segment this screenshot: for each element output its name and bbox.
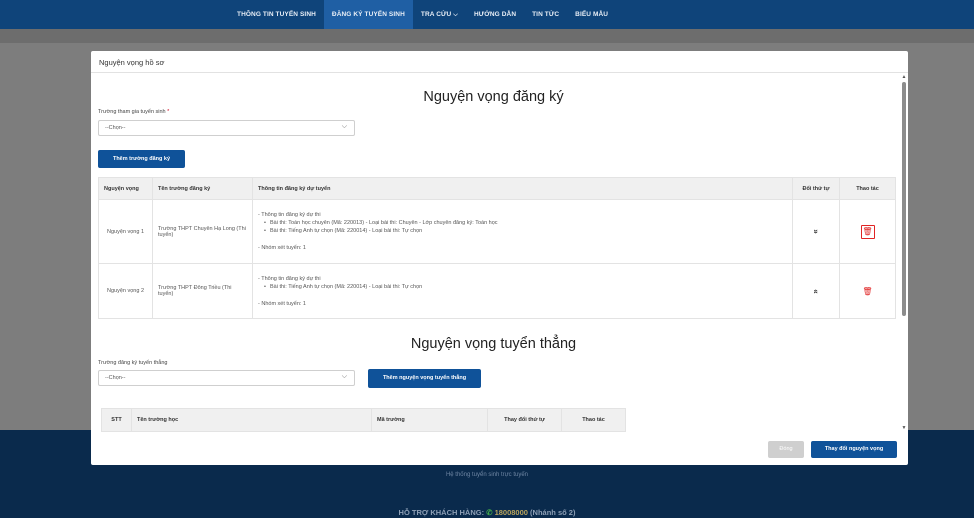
table-header-row: STT Tên trường học Mã trường Thay đổi th…	[101, 408, 626, 432]
nav-item-admission-info[interactable]: THÔNG TIN TUYỂN SINH	[229, 0, 324, 29]
hotline-ext: (Nhánh số 2)	[530, 508, 576, 517]
phone-icon: ✆	[486, 508, 493, 517]
chevron-down-icon: ⌵	[341, 373, 347, 380]
table-header-row: Nguyện vọng Tên trường đăng ký Thông tin…	[98, 177, 896, 200]
modal-header: Nguyện vọng hồ sơ	[91, 51, 908, 73]
nav-item-news[interactable]: TIN TỨC	[524, 0, 567, 29]
table-row: Nguyện vọng 1 Trường THPT Chuyên Hạ Long…	[98, 199, 896, 264]
column-header-school-name: Tên trường đăng ký	[152, 177, 253, 200]
info-group: - Nhóm xét tuyển: 1	[258, 300, 306, 307]
action-cell: 🗑	[839, 199, 896, 264]
delete-button[interactable]: 🗑	[860, 224, 875, 239]
scroll-up-arrow-icon[interactable]: ▲	[901, 74, 907, 80]
table-row: Nguyện vọng 2 Trường THPT Đông Triều (Th…	[98, 263, 896, 319]
registration-info-cell: - Thông tin đăng ký dự thi Bài thi: Toán…	[252, 199, 793, 264]
change-wishes-button[interactable]: Thay đổi nguyện vọng	[811, 441, 897, 458]
modal-title: Nguyện vọng hồ sơ	[99, 58, 165, 67]
info-title: - Thông tin đăng ký dự thi	[258, 275, 321, 282]
move-down-icon[interactable]: »	[811, 229, 820, 233]
chevron-down-icon: ⌵	[453, 12, 458, 18]
school-select-label-text: Trường tham gia tuyển sinh	[98, 109, 166, 115]
info-title: - Thông tin đăng ký dự thi	[258, 212, 321, 218]
footer-subtitle: Hệ thống tuyển sinh trực tuyến	[445, 472, 529, 478]
scroll-down-arrow-icon[interactable]: ▼	[901, 425, 907, 431]
column-header-actions: Thao tác	[561, 408, 626, 432]
nav-menu: THÔNG TIN TUYỂN SINH ĐĂNG KÝ TUYỂN SINH …	[229, 0, 616, 29]
column-header-index: STT	[101, 408, 132, 432]
column-header-wish: Nguyện vọng	[98, 177, 153, 200]
column-header-school-code: Mã trường	[371, 408, 488, 432]
scrollbar-thumb[interactable]	[902, 82, 906, 316]
close-button[interactable]: Đóng	[768, 441, 804, 458]
column-header-registration-info: Thông tin đăng ký dự tuyển	[252, 177, 793, 200]
direct-admission-table: STT Tên trường học Mã trường Thay đổi th…	[101, 408, 626, 432]
action-cell: 🗑	[839, 263, 896, 319]
info-item: Bài thi: Tiếng Anh tự chọn (Mã: 220014) …	[258, 283, 787, 291]
modal-scrollbar[interactable]: ▲ ▼	[901, 73, 907, 433]
info-spacer	[258, 235, 787, 244]
add-school-button[interactable]: Thêm trường đăng ký	[98, 150, 185, 168]
nav-item-lookup-label: TRA CỨU	[420, 11, 452, 18]
info-item: Bài thi: Tiếng Anh tự chọn (Mã: 220014) …	[258, 227, 787, 235]
trash-icon[interactable]: 🗑	[862, 287, 872, 296]
nav-item-guide[interactable]: HƯỚNG DẪN	[466, 0, 524, 29]
info-group: - Nhóm xét tuyển: 1	[258, 245, 306, 251]
order-cell: »	[792, 199, 840, 264]
info-spacer	[258, 291, 787, 300]
wish-number-cell: Nguyện vọng 1	[98, 199, 153, 264]
column-header-actions: Thao tác	[839, 177, 896, 200]
school-select-label: Trường tham gia tuyển sinh *	[98, 109, 169, 115]
add-direct-wish-button[interactable]: Thêm nguyện vọng tuyển thẳng	[368, 369, 481, 388]
school-name-cell: Trường THPT Chuyên Hạ Long (Thi tuyển)	[152, 199, 253, 264]
wish-number-cell: Nguyện vọng 2	[98, 263, 153, 319]
registered-wishes-table: Nguyện vọng Tên trường đăng ký Thông tin…	[98, 177, 896, 319]
direct-school-select[interactable]: --Chọn-- ⌵	[98, 370, 355, 386]
registered-wishes-title: Nguyện vọng đăng ký	[423, 89, 564, 105]
column-header-school-name: Tên trường học	[131, 408, 372, 432]
hotline-label: HỖ TRỢ KHÁCH HÀNG:	[398, 508, 485, 517]
school-name-cell: Trường THPT Đông Triều (Thi tuyển)	[152, 263, 253, 319]
hotline-number: 18008000	[494, 508, 528, 517]
school-select-value: --Chọn--	[105, 125, 126, 131]
registration-info-cell: - Thông tin đăng ký dự thi Bài thi: Tiến…	[252, 263, 793, 319]
direct-school-label: Trường đăng ký tuyển thẳng	[98, 360, 168, 366]
chevron-down-icon: ⌵	[341, 123, 347, 130]
order-cell: «	[792, 263, 840, 319]
required-mark: *	[167, 109, 170, 115]
top-navigation-bar: THÔNG TIN TUYỂN SINH ĐĂNG KÝ TUYỂN SINH …	[0, 0, 974, 29]
info-list: - Thông tin đăng ký dự thi Bài thi: Tiến…	[258, 275, 787, 308]
column-header-change-order: Thay đổi thứ tự	[487, 408, 562, 432]
direct-school-select-value: --Chọn--	[105, 375, 126, 381]
trash-icon: 🗑	[862, 226, 873, 236]
footer-hotline: HỖ TRỢ KHÁCH HÀNG: ✆ 18008000 (Nhánh số …	[0, 508, 974, 517]
nav-item-lookup[interactable]: TRA CỨU ⌵	[413, 0, 466, 29]
direct-admission-title: Nguyện vọng tuyển thẳng	[410, 336, 577, 352]
nav-item-forms[interactable]: BIỂU MẪU	[567, 0, 616, 29]
column-header-change-order: Đổi thứ tự	[792, 177, 840, 200]
school-select[interactable]: --Chọn-- ⌵	[98, 120, 355, 136]
info-list: - Thông tin đăng ký dự thi Bài thi: Toán…	[258, 211, 787, 252]
move-up-icon[interactable]: «	[811, 289, 820, 293]
background-band	[0, 29, 974, 43]
nav-item-admission-registration[interactable]: ĐĂNG KÝ TUYỂN SINH	[323, 0, 413, 29]
wishes-modal: Nguyện vọng hồ sơ ▲ ▼ Nguyện vọng đăng k…	[91, 51, 908, 465]
info-item: Bài thi: Toán học chuyên (Mã: 220013) - …	[258, 219, 787, 227]
